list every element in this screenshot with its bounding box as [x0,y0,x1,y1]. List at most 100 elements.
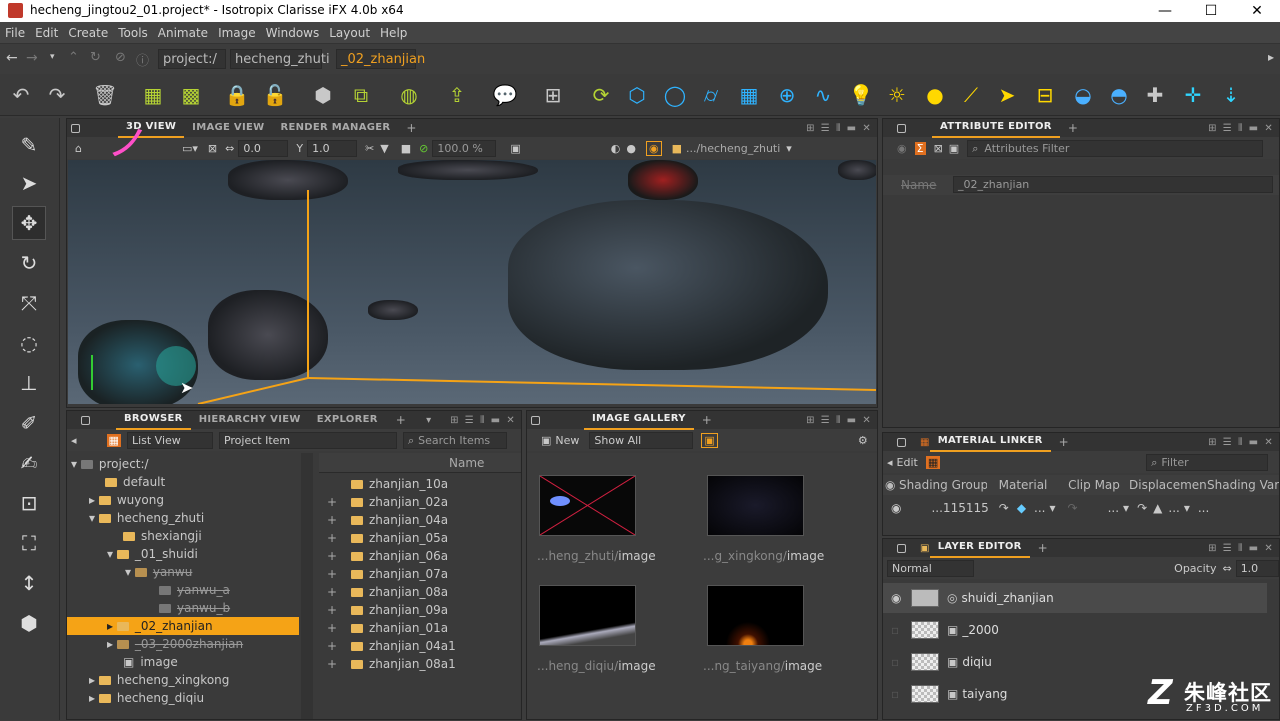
name-column-header[interactable]: Name [449,456,484,470]
sun-light-icon[interactable]: ☼ [882,80,912,110]
layer-visibility-toggle[interactable]: ▫ [891,623,907,637]
area-light-icon[interactable]: ⊟ [1030,80,1060,110]
sphere-light-icon[interactable]: ● [920,80,950,110]
expand-plus-icon[interactable]: + [327,511,337,529]
expand-icon[interactable]: ▸ [89,493,99,507]
camera-icon[interactable]: ⌂ [75,142,82,155]
back-arrow-icon[interactable]: ← [6,50,18,66]
frame-icon[interactable]: ⊠ [208,142,217,155]
zoom-field-a[interactable]: 0.0 [238,139,289,157]
menu-edit[interactable]: Edit [30,22,63,44]
panel-cols-icon[interactable]: ⫴ [480,415,485,426]
tree-node-hecheng-zhuti[interactable]: ▾ hecheng_zhuti [89,509,204,527]
light-bulb-icon[interactable]: 💡 [846,80,876,110]
new-image-icon[interactable]: ▣ [541,434,551,447]
tab-layer-editor[interactable]: LAYER EDITOR [929,538,1030,558]
shading-icon[interactable]: ◐ [611,142,621,155]
tab-image-view[interactable]: IMAGE VIEW [184,119,272,137]
expand-icon[interactable]: ▾ [125,565,135,579]
gallery-thumb-taiyang[interactable] [707,585,804,646]
panel-close-icon[interactable]: ✕ [506,415,515,426]
displacement-link-icon[interactable]: ↷ [1137,501,1147,515]
path-expand-icon[interactable]: ▸ [1268,50,1274,64]
stamp-tool-icon[interactable]: ⊥ [12,366,46,400]
panel-max-icon[interactable]: ▬ [1249,543,1259,554]
expand-icon[interactable]: ▾ [107,547,117,561]
material-dots[interactable]: ... [1034,501,1045,515]
column-clip-map[interactable]: Clip Map [1059,478,1129,492]
tree-node-wuyong[interactable]: ▸ wuyong [89,491,164,509]
clip-map-dots[interactable]: ... [1108,501,1119,515]
spot-light-icon[interactable]: ⟋ [956,80,986,110]
expand-plus-icon[interactable]: + [327,601,337,619]
no-icon[interactable]: ⊘ [419,142,428,155]
link-icon[interactable]: ↷ [999,501,1009,515]
panel-close-icon[interactable]: ✕ [1264,437,1273,448]
tab-hierarchy-view[interactable]: HIERARCHY VIEW [191,411,309,429]
tab-material-linker[interactable]: MATERIAL LINKER [929,432,1051,452]
zoom-field-b[interactable]: 1.0 [307,139,358,157]
browser-item-row[interactable]: + zhanjian_08a1 [319,655,519,673]
scatter-icon[interactable]: ✚ [1140,80,1170,110]
expand-plus-icon[interactable]: + [327,619,337,637]
tree-scrollbar[interactable] [301,453,313,719]
tree-node-hecheng-xingkong[interactable]: ▸ hecheng_xingkong [89,671,229,689]
ungroup-icon[interactable]: ▩ [176,80,206,110]
tree-node-yanwu-b[interactable]: yanwu_b [159,599,230,617]
material-filter-input[interactable]: ⌕ Filter [1146,453,1269,471]
curve-icon[interactable]: ∿ [808,80,838,110]
forward-arrow-icon[interactable]: → [26,50,38,66]
show-all-dropdown[interactable]: Show All [589,431,694,449]
expand-plus-icon[interactable]: + [327,637,337,655]
info-icon[interactable]: ⓘ [136,50,149,69]
add-tab-icon[interactable]: + [406,121,416,135]
linker-mode-icon[interactable]: ▦ [925,455,941,469]
brush-tool-icon[interactable]: ✐ [12,406,46,440]
edit-menu[interactable]: Edit [897,456,918,469]
gallery-settings-icon[interactable]: ⚙ [858,434,868,447]
tab-image-gallery[interactable]: IMAGE GALLERY [584,410,694,430]
panel-grid-icon[interactable]: ⊞ [806,415,815,426]
panel-close-icon[interactable]: ✕ [862,415,871,426]
displacement-dropdown-icon[interactable]: ▾ [1184,501,1190,515]
panel-rows-icon[interactable]: ☰ [1223,543,1232,554]
menu-file[interactable]: File [0,22,30,44]
add-tab-icon[interactable]: + [702,413,712,427]
expand-icon[interactable]: ▾ [71,457,81,471]
snapshot-icon[interactable]: ▣ [510,142,520,155]
expand-icon[interactable]: ▸ [107,637,117,651]
layer-row-shuidi-zhanjian[interactable]: ◉ ◎ shuidi_zhanjian [883,583,1267,613]
browser-item-row[interactable]: + zhanjian_06a [319,547,519,565]
eye-icon[interactable]: ◉ [897,142,907,155]
drop-icon[interactable]: ⇣ [1216,80,1246,110]
paint-tool-icon[interactable]: ✍ [12,446,46,480]
expand-plus-icon[interactable]: + [327,493,337,511]
clip-dropdown-icon[interactable]: ▾ [1123,501,1129,515]
panel-grid-icon[interactable]: ⊞ [1208,437,1217,448]
expand-plus-icon[interactable]: + [327,529,337,547]
sphere-primitive-icon[interactable]: ◯ [660,80,690,110]
display-mode-icon[interactable]: ▭▾ [182,142,198,155]
tree-node-project[interactable]: ▾ project:/ [71,455,149,473]
expand-plus-icon[interactable]: + [327,565,337,583]
globe-refresh-icon[interactable]: ◍ [394,80,424,110]
3d-viewport[interactable]: ➤ [68,160,876,404]
new-button[interactable]: New [555,434,579,447]
gallery-thumb-diqiu[interactable] [539,585,636,646]
path-root[interactable]: project:/ [158,49,226,69]
visibility-eye-icon[interactable]: ◉ [646,140,662,156]
layer-row-diqiu[interactable]: ▫ ▣ diqiu [883,647,1267,677]
undo-icon[interactable]: ↶ [6,80,36,110]
panel-cols-icon[interactable]: ⫴ [836,123,841,134]
tab-explorer[interactable]: EXPLORER [309,411,386,429]
sigma-icon[interactable]: Σ [914,141,926,155]
gallery-view-icon[interactable]: ▣ [701,432,718,448]
message-icon[interactable]: 💬 [490,80,520,110]
panel-close-icon[interactable]: ✕ [1264,123,1273,134]
nodes-icon[interactable]: ⊞ [538,80,568,110]
maximize-button[interactable]: ☐ [1188,0,1234,22]
panel-lock-icon[interactable] [531,415,540,425]
scale-tool-icon[interactable]: ⤧ [12,286,46,320]
expand-icon[interactable]: ▸ [107,619,117,633]
menu-layout[interactable]: Layout [324,22,375,44]
